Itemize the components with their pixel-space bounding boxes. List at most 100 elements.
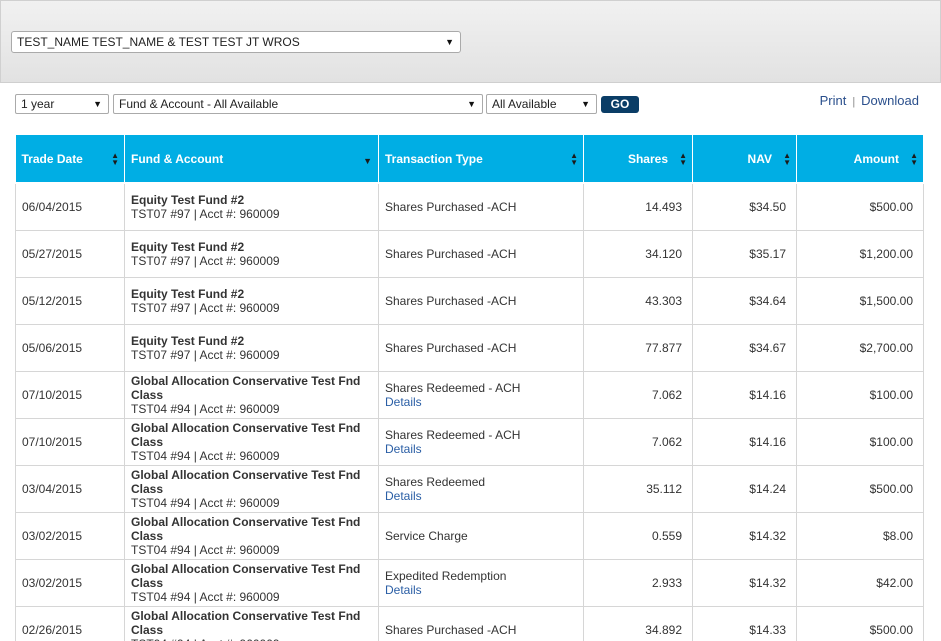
nav-cell: $34.64 <box>692 276 797 325</box>
details-link[interactable]: Details <box>385 395 577 409</box>
column-header-fund-account[interactable]: Fund & Account ▼ <box>124 135 379 184</box>
chevron-down-icon: ▼ <box>467 99 476 109</box>
fund-name: Equity Test Fund #2 <box>131 333 245 348</box>
account-select[interactable]: TEST_NAME TEST_NAME & TEST TEST JT WROS … <box>11 31 461 53</box>
nav-cell: $14.24 <box>692 464 797 513</box>
column-header-label: NAV <box>747 151 772 166</box>
transaction-type: Shares Purchased -ACH <box>385 199 517 214</box>
column-header-shares[interactable]: Shares ▲ ▼ <box>583 135 693 184</box>
trade-date-cell: 03/02/2015 <box>15 511 125 560</box>
column-header-amount[interactable]: Amount ▲ ▼ <box>796 135 924 184</box>
fund-account-number: TST04 #94 | Acct #: 960009 <box>131 495 280 510</box>
details-link[interactable]: Details <box>385 583 577 597</box>
trade-date-cell: 05/12/2015 <box>15 276 125 325</box>
details-link[interactable]: Details <box>385 442 577 456</box>
column-header-trade-date[interactable]: Trade Date ▲ ▼ <box>15 135 125 184</box>
table-row: 05/27/2015 Equity Test Fund #2 TST07 #97 |… <box>15 229 924 278</box>
fund-account-number: TST07 #97 | Acct #: 960009 <box>131 347 280 362</box>
availability-select-value: All Available <box>492 97 557 111</box>
fund-name: Equity Test Fund #2 <box>131 192 245 207</box>
fund-account-number: TST04 #94 | Acct #: 960009 <box>131 589 280 604</box>
transaction-type-cell: Shares Purchased -ACH <box>378 323 584 372</box>
fund-name: Global Allocation Conservative Test Fnd … <box>131 608 361 637</box>
transaction-type: Shares Redeemed - ACH <box>385 427 521 442</box>
fund-account-cell: Global Allocation Conservative Test Fnd … <box>124 370 379 419</box>
amount-cell: $500.00 <box>796 182 924 231</box>
chevron-down-icon: ▼ <box>445 37 454 47</box>
shares-cell: 34.120 <box>583 229 693 278</box>
transaction-type: Shares Purchased -ACH <box>385 622 517 637</box>
nav-cell: $14.32 <box>692 511 797 560</box>
transaction-type-cell: Shares Redeemed - ACH Details <box>378 417 584 466</box>
print-link[interactable]: Print <box>820 93 847 108</box>
column-header-label: Trade Date <box>21 151 83 166</box>
shares-cell: 35.112 <box>583 464 693 513</box>
action-links: Print | Download <box>820 93 919 108</box>
amount-cell: $500.00 <box>796 464 924 513</box>
fund-name: Equity Test Fund #2 <box>131 286 245 301</box>
column-header-nav[interactable]: NAV ▲ ▼ <box>692 135 797 184</box>
trade-date-cell: 07/10/2015 <box>15 417 125 466</box>
fund-name: Global Allocation Conservative Test Fnd … <box>131 514 361 543</box>
transaction-type-cell: Shares Purchased -ACH <box>378 229 584 278</box>
fund-account-number: TST04 #94 | Acct #: 960009 <box>131 448 280 463</box>
amount-cell: $500.00 <box>796 605 924 641</box>
fund-name: Global Allocation Conservative Test Fnd … <box>131 373 361 402</box>
fund-account-number: TST04 #94 | Acct #: 960009 <box>131 542 280 557</box>
fund-account-cell: Global Allocation Conservative Test Fnd … <box>124 464 379 513</box>
transaction-type-cell: Expedited Redemption Details <box>378 558 584 607</box>
table-header-row: Trade Date ▲ ▼ Fund & Account ▼ Transaction… <box>15 135 924 184</box>
amount-cell: $100.00 <box>796 370 924 419</box>
amount-cell: $2,700.00 <box>796 323 924 372</box>
trade-date-cell: 06/04/2015 <box>15 182 125 231</box>
fund-account-cell: Equity Test Fund #2 TST07 #97 | Acct #: 9… <box>124 276 379 325</box>
amount-cell: $1,500.00 <box>796 276 924 325</box>
nav-cell: $14.16 <box>692 417 797 466</box>
shares-cell: 34.892 <box>583 605 693 641</box>
shares-cell: 7.062 <box>583 370 693 419</box>
details-link[interactable]: Details <box>385 489 577 503</box>
fund-account-cell: Global Allocation Conservative Test Fnd … <box>124 558 379 607</box>
sort-icon: ▲ ▼ <box>679 151 687 167</box>
shares-cell: 7.062 <box>583 417 693 466</box>
nav-cell: $34.67 <box>692 323 797 372</box>
availability-select[interactable]: All Available ▼ <box>486 94 597 114</box>
nav-cell: $14.16 <box>692 370 797 419</box>
table-row: 02/26/2015 Global Allocation Conservative… <box>15 605 924 641</box>
transaction-type-cell: Shares Purchased -ACH <box>378 605 584 641</box>
transaction-type: Expedited Redemption <box>385 568 507 583</box>
chevron-down-icon: ▼ <box>581 99 590 109</box>
period-select[interactable]: 1 year ▼ <box>15 94 109 114</box>
account-select-value: TEST_NAME TEST_NAME & TEST TEST JT WROS <box>17 35 300 49</box>
fund-account-cell: Global Allocation Conservative Test Fnd … <box>124 417 379 466</box>
download-link[interactable]: Download <box>861 93 919 108</box>
fund-account-select[interactable]: Fund & Account - All Available ▼ <box>113 94 483 114</box>
fund-account-number: TST07 #97 | Acct #: 960009 <box>131 253 280 268</box>
fund-account-number: TST07 #97 | Acct #: 960009 <box>131 300 280 315</box>
nav-cell: $14.32 <box>692 558 797 607</box>
amount-cell: $1,200.00 <box>796 229 924 278</box>
column-header-label: Amount <box>853 151 899 166</box>
table-row: 06/04/2015 Equity Test Fund #2 TST07 #97 |… <box>15 182 924 231</box>
column-header-label: Shares <box>627 151 668 166</box>
fund-name: Global Allocation Conservative Test Fnd … <box>131 467 361 496</box>
nav-cell: $35.17 <box>692 229 797 278</box>
table-row: 07/10/2015 Global Allocation Conservative… <box>15 370 924 419</box>
trade-date-cell: 07/10/2015 <box>15 370 125 419</box>
table-row: 05/12/2015 Equity Test Fund #2 TST07 #97 |… <box>15 276 924 325</box>
trade-date-cell: 05/06/2015 <box>15 323 125 372</box>
transaction-type-cell: Service Charge <box>378 511 584 560</box>
transaction-type-cell: Shares Redeemed - ACH Details <box>378 370 584 419</box>
fund-account-cell: Global Allocation Conservative Test Fnd … <box>124 605 379 641</box>
amount-cell: $100.00 <box>796 417 924 466</box>
go-button[interactable]: GO <box>601 96 639 113</box>
fund-name: Equity Test Fund #2 <box>131 239 245 254</box>
nav-cell: $14.33 <box>692 605 797 641</box>
transaction-type: Service Charge <box>385 528 468 543</box>
fund-account-number: TST07 #97 | Acct #: 960009 <box>131 206 280 221</box>
amount-cell: $8.00 <box>796 511 924 560</box>
fund-account-select-value: Fund & Account - All Available <box>119 97 279 111</box>
column-header-transaction-type[interactable]: Transaction Type ▲ ▼ <box>378 135 584 184</box>
shares-cell: 77.877 <box>583 323 693 372</box>
period-select-value: 1 year <box>21 97 55 111</box>
